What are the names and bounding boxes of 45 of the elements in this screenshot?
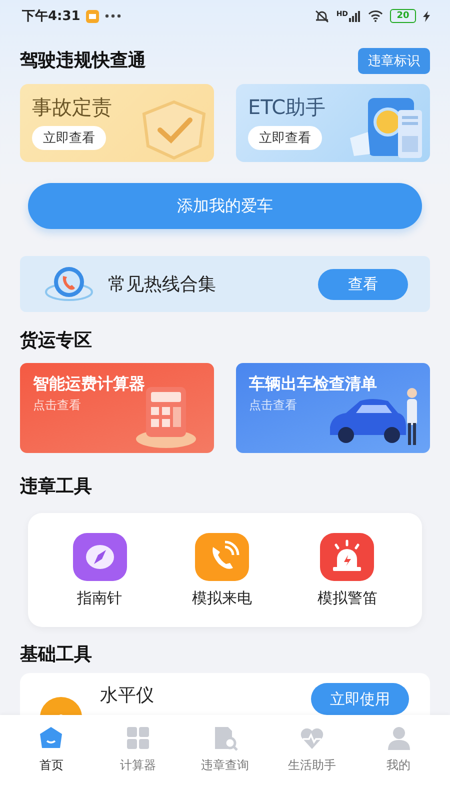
card-title: 智能运费计算器 [33, 373, 146, 395]
card-title: ETC助手 [248, 94, 327, 120]
user-icon [386, 725, 412, 751]
section-title: 基础工具 [19, 643, 93, 667]
status-time: 下午4:31 [22, 8, 80, 25]
tool-label[interactable]: 模拟来电 [192, 588, 252, 608]
feature-card[interactable]: 事故定责 立即查看 [20, 84, 214, 162]
phone-icon [44, 264, 94, 304]
phone-call-icon [194, 532, 249, 580]
add-car-button[interactable]: 添加我的爱车 [28, 183, 422, 229]
tool-label[interactable]: 指南针 [77, 588, 122, 608]
nav-tab[interactable]: 首页 [8, 715, 95, 800]
view-button[interactable]: 查看 [318, 268, 408, 300]
nav-tab[interactable]: 计算器 [94, 715, 182, 800]
more-icon [105, 14, 122, 18]
calculator-icon [125, 725, 152, 751]
wifi-icon [368, 10, 383, 22]
nav-tab[interactable]: 违章查询 [182, 715, 268, 800]
tool-label[interactable]: 模拟警笛 [317, 588, 378, 608]
hotline-title: 常见热线合集 [108, 273, 216, 296]
feature-card[interactable]: ETC助手 立即查看 [236, 84, 430, 162]
use-now-button[interactable]: 立即使用 [311, 683, 409, 715]
card-subtitle: 点击查看 [249, 397, 298, 414]
feature-card[interactable]: 车辆出车检查清单 点击查看 [236, 363, 430, 453]
charging-icon [423, 10, 430, 22]
section-title: 驾驶违规快查通 [18, 49, 146, 73]
mute-icon [315, 10, 330, 22]
tool-title: 水平仪 [100, 684, 154, 707]
nav-tab[interactable]: 我的 [355, 715, 442, 800]
card-title: 车辆出车检查清单 [249, 373, 378, 395]
section-title: 货运专区 [19, 329, 93, 353]
feature-card[interactable]: 智能运费计算器 点击查看 [20, 363, 214, 453]
battery-level: 20 [390, 9, 416, 23]
card-subtitle: 点击查看 [33, 397, 82, 414]
home-icon [38, 725, 64, 751]
compass-icon [72, 532, 127, 580]
siren-icon [320, 532, 374, 580]
view-button[interactable]: 立即查看 [248, 126, 322, 150]
notification-icon [86, 10, 100, 22]
section-title: 违章工具 [19, 475, 93, 499]
view-button[interactable]: 立即查看 [32, 126, 106, 150]
violation-signs-button[interactable]: 违章标识 [358, 48, 430, 74]
signal-icon [349, 10, 361, 22]
card-title: 事故定责 [32, 94, 113, 120]
nav-tab[interactable]: 生活助手 [268, 715, 356, 800]
